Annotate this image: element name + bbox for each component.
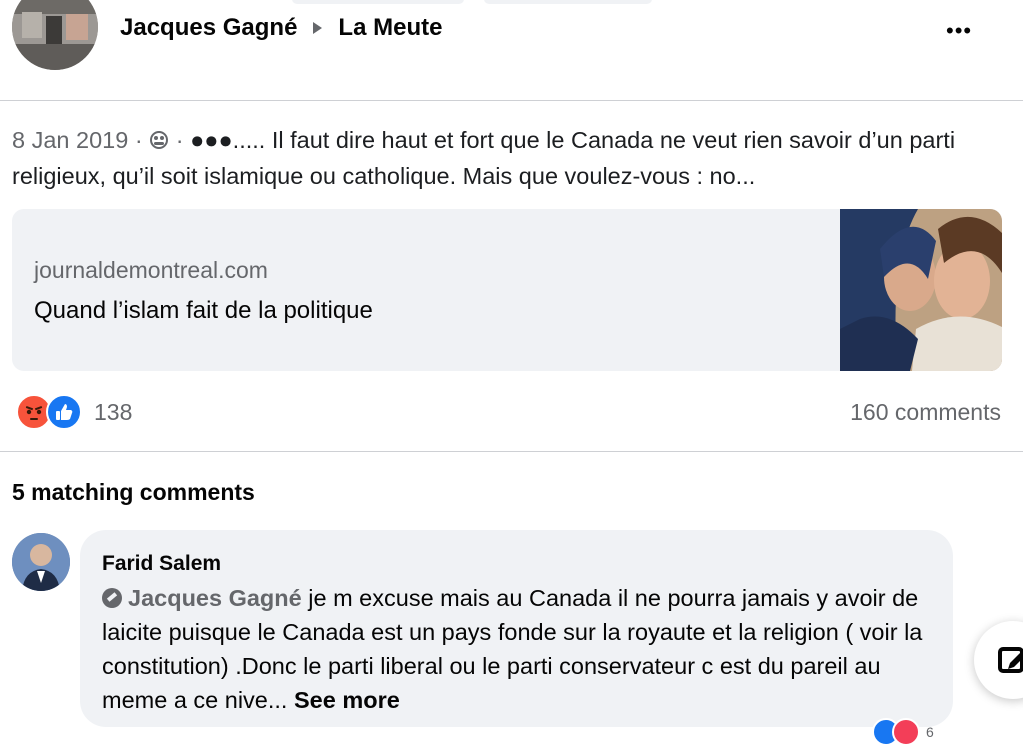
comments-count-link[interactable]: 160 comments <box>850 399 1001 426</box>
link-domain: journaldemontreal.com <box>34 257 268 283</box>
matching-comments-heading: 5 matching comments <box>12 479 255 505</box>
group-privacy-icon <box>149 127 176 153</box>
like-reaction-icon <box>46 394 82 430</box>
meta-separator: · <box>175 127 184 153</box>
see-more-link[interactable]: See more <box>294 687 400 713</box>
mention-link[interactable]: Jacques Gagné <box>102 585 302 611</box>
post-date[interactable]: 8 Jan 2019 <box>12 127 128 153</box>
header-divider <box>0 100 1023 101</box>
post-header: Jacques Gagné La Meute ••• <box>0 0 1023 100</box>
comment-bubble: Farid Salem Jacques Gagné je m excuse ma… <box>80 530 953 727</box>
link-preview-image[interactable] <box>840 209 1002 371</box>
commenter-name-link[interactable]: Farid Salem <box>102 552 221 576</box>
commenter-avatar[interactable] <box>12 533 70 591</box>
meta-separator: · <box>134 127 143 153</box>
author-avatar-photo <box>12 0 98 70</box>
link-preview-card[interactable]: journaldemontreal.com Quand l’islam fait… <box>12 209 1002 371</box>
reaction-count[interactable]: 138 <box>94 399 132 426</box>
author-avatar[interactable] <box>12 0 98 70</box>
arrow-right-icon <box>313 22 323 34</box>
reaction-summary[interactable]: 138 <box>16 394 132 430</box>
engagement-divider <box>0 451 1023 452</box>
post-body: 8 Jan 2019 · · ●●●..... Il faut dire hau… <box>12 122 1002 194</box>
post-title: Jacques Gagné La Meute <box>120 14 442 42</box>
mention-check-icon <box>102 588 122 608</box>
comment-reaction-count: 6 <box>926 724 934 740</box>
commenter-avatar-photo <box>12 533 70 591</box>
edit-icon <box>998 647 1023 673</box>
group-name-link[interactable]: La Meute <box>338 14 442 42</box>
link-title[interactable]: Quand l’islam fait de la politique <box>34 297 373 325</box>
comment-reaction-summary[interactable]: 6 <box>872 718 934 746</box>
mention-name: Jacques Gagné <box>128 585 302 611</box>
comment-body: Jacques Gagné je m excuse mais au Canada… <box>102 581 932 717</box>
compose-button[interactable] <box>974 621 1023 699</box>
author-name-link[interactable]: Jacques Gagné <box>120 14 297 42</box>
love-reaction-icon <box>892 718 920 746</box>
more-horizontal-icon[interactable]: ••• <box>946 18 972 44</box>
